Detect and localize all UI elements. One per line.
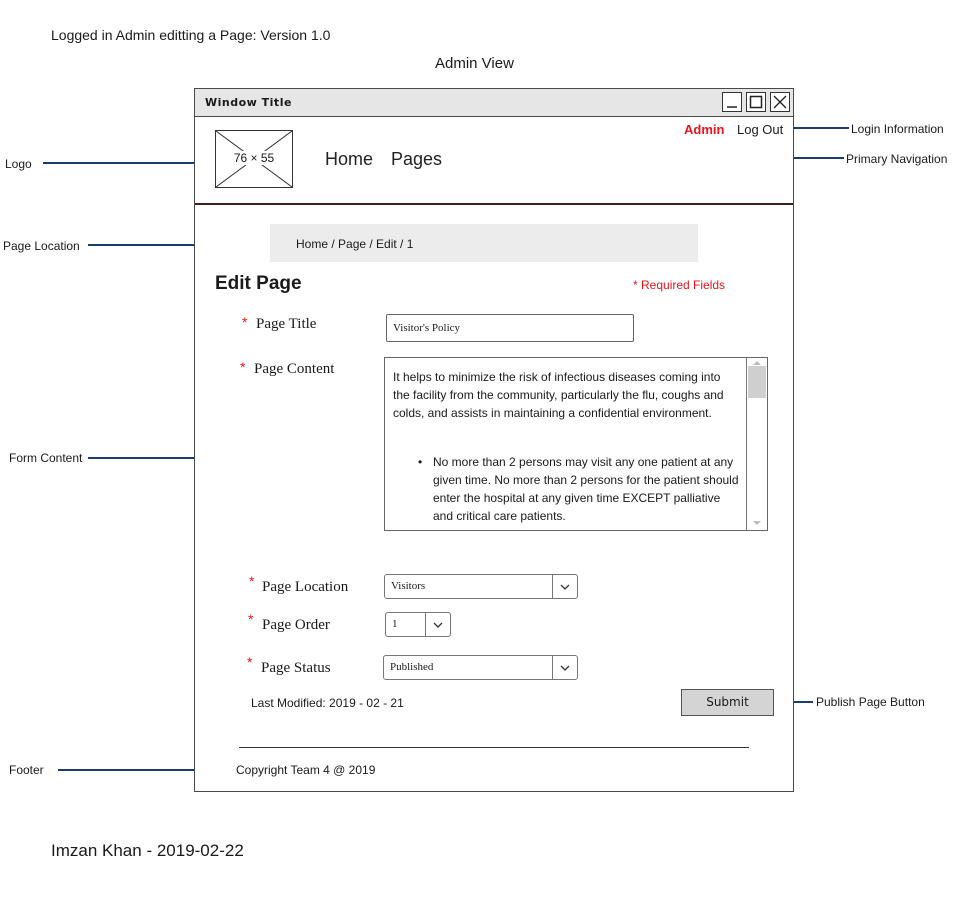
page-location-label: Page Location bbox=[262, 579, 349, 595]
page-status-label: Page Status bbox=[261, 660, 331, 676]
submit-button[interactable]: Submit bbox=[681, 689, 774, 716]
page-order-value: 1 bbox=[392, 618, 398, 630]
page-order-label: Page Order bbox=[262, 617, 330, 633]
breadcrumb[interactable]: Home / Page / Edit / 1 bbox=[296, 237, 413, 251]
page-status-select[interactable]: Published bbox=[383, 655, 578, 680]
required-fields-note: * Required Fields bbox=[633, 278, 726, 292]
annotation-login-information: Login Information bbox=[851, 122, 944, 136]
nav-home[interactable]: Home bbox=[325, 149, 373, 170]
logo[interactable]: 76 × 55 bbox=[215, 130, 293, 188]
logout-link[interactable]: Log Out bbox=[737, 122, 783, 137]
header-note: Logged in Admin editting a Page: Version… bbox=[51, 27, 331, 43]
author-note: Imzan Khan - 2019-02-22 bbox=[51, 841, 244, 860]
minimize-icon[interactable] bbox=[722, 92, 742, 112]
chevron-down-icon[interactable] bbox=[552, 575, 577, 598]
required-marker: * bbox=[242, 314, 248, 330]
annotation-footer: Footer bbox=[9, 763, 44, 777]
required-marker: * bbox=[247, 654, 253, 670]
page-order-select[interactable]: 1 bbox=[385, 612, 451, 637]
footer-divider bbox=[239, 747, 749, 748]
admin-username: Admin bbox=[684, 122, 725, 137]
page-location-select[interactable]: Visitors bbox=[384, 574, 578, 599]
chevron-down-icon[interactable] bbox=[552, 656, 577, 679]
page-content-bullet: No more than 2 persons may visit any one… bbox=[433, 455, 739, 523]
app-window: Window Title 76 × 55 Home Pages Admin Lo… bbox=[194, 88, 794, 792]
required-marker: * bbox=[249, 573, 255, 589]
window-title: Window Title bbox=[205, 96, 292, 109]
page-content-paragraph: It helps to minimize the risk of infecti… bbox=[393, 370, 724, 420]
page-title-input[interactable]: Visitor's Policy bbox=[386, 314, 634, 342]
view-title: Admin View bbox=[435, 55, 514, 72]
scroll-thumb[interactable] bbox=[748, 366, 766, 398]
last-modified: Last Modified: 2019 - 02 - 21 bbox=[251, 696, 404, 710]
chevron-down-icon[interactable] bbox=[425, 613, 450, 636]
annotation-line-logo bbox=[43, 162, 199, 164]
page-content-textarea[interactable]: It helps to minimize the risk of infecti… bbox=[384, 357, 768, 531]
footer-copyright: Copyright Team 4 @ 2019 bbox=[236, 763, 376, 777]
logo-placeholder-label: 76 × 55 bbox=[232, 151, 276, 165]
annotation-logo: Logo bbox=[5, 157, 32, 171]
scroll-down-icon[interactable] bbox=[747, 518, 767, 528]
close-icon[interactable] bbox=[770, 92, 790, 112]
header-divider bbox=[195, 203, 793, 205]
required-marker: * bbox=[240, 359, 246, 375]
page-title-label: Page Title bbox=[256, 316, 317, 332]
page-location-value: Visitors bbox=[391, 580, 426, 592]
breadcrumb-bar: Home / Page / Edit / 1 bbox=[270, 224, 698, 262]
maximize-icon[interactable] bbox=[746, 92, 766, 112]
page-title: Edit Page bbox=[215, 273, 302, 294]
required-marker: * bbox=[248, 611, 254, 627]
nav-pages[interactable]: Pages bbox=[391, 149, 442, 170]
annotation-page-location: Page Location bbox=[3, 239, 80, 253]
window-titlebar: Window Title bbox=[195, 89, 793, 117]
annotation-form-content: Form Content bbox=[9, 451, 83, 465]
page-status-value: Published bbox=[390, 661, 434, 673]
annotation-publish-page-button: Publish Page Button bbox=[816, 695, 925, 709]
annotation-primary-navigation: Primary Navigation bbox=[846, 152, 948, 166]
bullet-icon: • bbox=[418, 455, 423, 469]
content-scrollbar[interactable] bbox=[746, 358, 767, 530]
page-content-label: Page Content bbox=[254, 361, 335, 377]
